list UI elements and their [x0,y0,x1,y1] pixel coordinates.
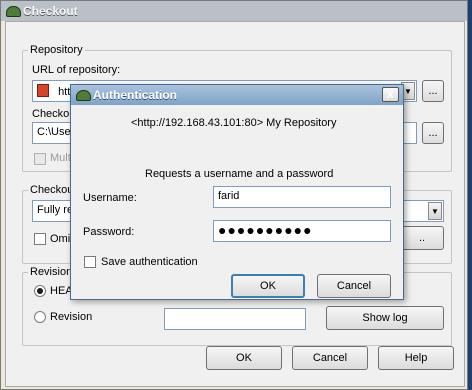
multi-checkbox[interactable] [34,153,46,165]
tortoise-icon [6,6,21,17]
url-value: htt [58,86,71,98]
username-input[interactable]: farid [213,186,391,208]
url-browse-button[interactable]: ... [422,80,444,102]
items-button[interactable]: .. [400,226,444,250]
save-authentication-checkbox[interactable] [84,256,96,268]
show-log-button[interactable]: Show log [326,306,444,330]
revision-radio[interactable] [34,311,46,323]
depth-value: Fully re [37,204,74,216]
checkout-depth-group-label: Checkou [28,184,76,196]
ok-button[interactable]: OK [206,346,282,370]
repository-icon [37,84,49,97]
auth-cancel-button[interactable]: Cancel [317,274,391,298]
checkout-titlebar[interactable]: Checkout [1,1,467,21]
revision-field[interactable] [164,308,306,330]
checkout-title: Checkout [23,4,78,18]
url-label: URL of repository: [32,64,121,76]
password-value: ●●●●●●●●●● [218,222,313,238]
omit-checkbox[interactable] [34,233,46,245]
checkout-dir-label: Checkou [32,108,76,120]
checkout-dir-value: C:\Use [37,126,71,138]
auth-ok-button[interactable]: OK [231,274,305,298]
cancel-button[interactable]: Cancel [292,346,368,370]
head-radio[interactable] [34,285,46,297]
help-button[interactable]: Help [378,346,454,370]
password-input[interactable]: ●●●●●●●●●● [213,220,391,242]
username-label: Username: [83,192,137,204]
save-authentication-label: Save authentication [101,256,198,268]
auth-prompt: Requests a username and a password [145,168,334,180]
password-label: Password: [83,226,135,238]
auth-titlebar[interactable]: Authentication x [71,85,403,105]
revision-label: Revision [50,311,93,323]
tortoise-icon [76,90,91,101]
close-icon[interactable]: x [382,87,399,102]
chevron-down-icon[interactable]: ▼ [428,202,442,220]
revision-group-label: Revision [28,266,75,278]
checkout-dir-browse-button[interactable]: ... [422,122,444,144]
authentication-dialog: Authentication x <http://192.168.43.101:… [70,84,404,300]
username-value: farid [218,190,240,202]
auth-title: Authentication [93,88,177,102]
repository-group-label: Repository [28,44,85,56]
auth-realm: <http://192.168.43.101:80> My Repository [131,117,337,129]
